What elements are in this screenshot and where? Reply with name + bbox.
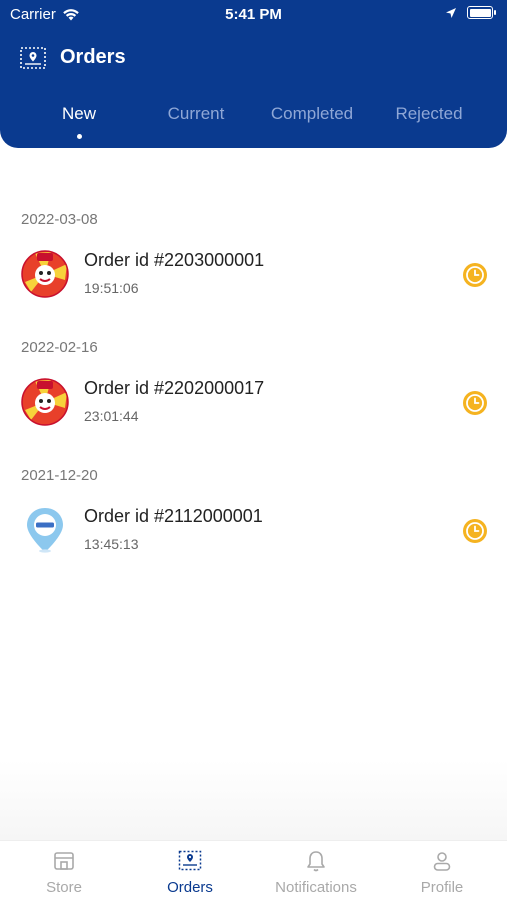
order-item[interactable]: Order id #2112000001 13:45:13: [0, 506, 507, 566]
location-arrow-icon: [446, 7, 456, 18]
status-right: [445, 6, 496, 19]
pending-clock-icon: [463, 519, 487, 543]
bottom-fade: [0, 760, 507, 840]
order-time: 13:45:13: [84, 536, 139, 552]
nav-orders-label: Orders: [167, 879, 213, 896]
order-time: 19:51:06: [84, 280, 139, 296]
store-icon: [54, 852, 74, 870]
active-tab-indicator: [76, 134, 82, 139]
group-date: 2021-12-20: [21, 467, 98, 484]
orders-icon: [178, 850, 202, 871]
profile-icon: [433, 852, 451, 871]
order-id: Order id #2202000017: [84, 378, 265, 398]
tab-completed[interactable]: Completed: [256, 104, 368, 124]
nav-profile[interactable]: Profile: [379, 849, 505, 896]
battery-icon: [467, 6, 496, 19]
pending-clock-icon: [463, 391, 487, 415]
order-id: Order id #2112000001: [84, 506, 263, 526]
order-item[interactable]: Order id #2203000001 19:51:06: [0, 250, 507, 310]
tab-current[interactable]: Current: [154, 104, 238, 124]
nav-orders[interactable]: Orders: [127, 849, 253, 896]
nav-notifications-label: Notifications: [275, 879, 357, 896]
orders-logo-icon: [20, 46, 46, 69]
bell-icon: [307, 851, 325, 872]
group-date: 2022-02-16: [21, 339, 98, 356]
group-date: 2022-03-08: [21, 211, 98, 228]
location-pin-avatar: [27, 508, 63, 553]
store-avatar-mascot: [21, 378, 69, 426]
store-avatar-mascot: [21, 250, 69, 298]
tab-rejected[interactable]: Rejected: [384, 104, 474, 124]
tab-completed-label: Completed: [270, 104, 354, 123]
nav-profile-label: Profile: [420, 879, 464, 896]
tab-new-label: New: [61, 104, 96, 123]
nav-store[interactable]: Store: [1, 849, 127, 896]
nav-notifications[interactable]: Notifications: [253, 849, 379, 896]
page-title: Orders: [60, 46, 126, 68]
status-time: 5:41 PM: [225, 6, 282, 23]
status-bar: Carrier 5:41 PM: [0, 0, 507, 30]
title-row: Orders: [20, 46, 126, 69]
pending-clock-icon: [463, 263, 487, 287]
header: Carrier 5:41 PM Orders New Current Compl…: [0, 0, 507, 148]
order-time: 23:01:44: [84, 408, 139, 424]
nav-store-label: Store: [46, 879, 82, 896]
order-tabs: New Current Completed Rejected: [0, 104, 507, 144]
tab-current-label: Current: [167, 104, 225, 123]
tab-new[interactable]: New: [50, 104, 108, 139]
bottom-tab-bar: Store Orders Notifications Profile: [0, 840, 507, 900]
tab-rejected-label: Rejected: [395, 104, 463, 123]
order-id: Order id #2203000001: [84, 250, 265, 270]
order-item[interactable]: Order id #2202000017 23:01:44: [0, 378, 507, 438]
